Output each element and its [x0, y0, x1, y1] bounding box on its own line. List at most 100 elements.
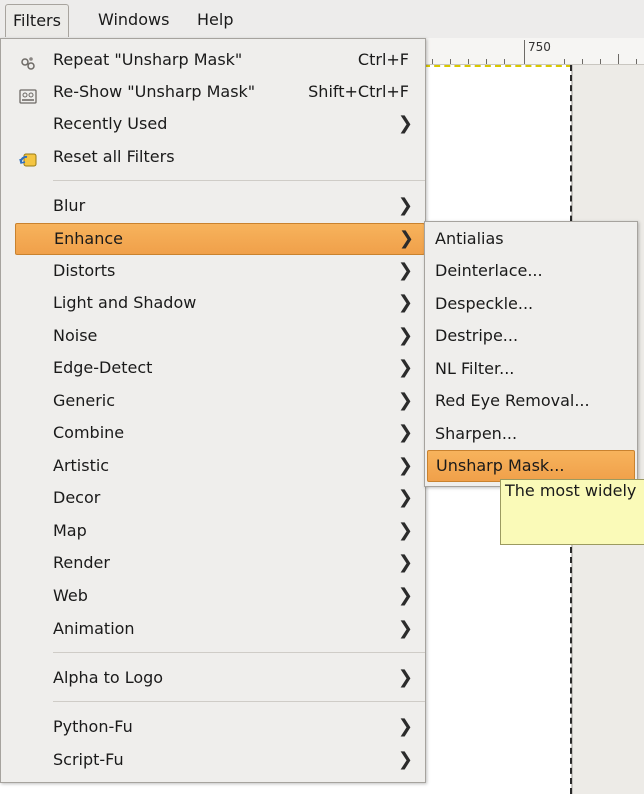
chevron-right-icon: ❯	[397, 390, 413, 411]
menu-item-antialias[interactable]: Antialias	[425, 224, 637, 254]
menu-item-generic[interactable]: Generic ❯	[1, 386, 425, 416]
menu-item-reshow-filter[interactable]: Re-Show "Unsharp Mask" Shift+Ctrl+F	[1, 77, 425, 107]
ruler-tick	[486, 59, 487, 64]
menu-item-label: Recently Used	[53, 114, 168, 133]
ruler-tick	[564, 59, 565, 64]
menu-item-render[interactable]: Render ❯	[1, 548, 425, 578]
menu-item-label: Sharpen...	[435, 424, 518, 443]
menu-item-label: Red Eye Removal...	[435, 391, 590, 410]
menu-separator	[53, 180, 425, 181]
menu-item-label: Repeat "Unsharp Mask"	[53, 50, 243, 69]
menu-item-label: Combine	[53, 423, 125, 442]
menubar: Filters Windows Help	[0, 0, 644, 39]
menu-item-label: Reset all Filters	[53, 147, 175, 166]
reshow-filter-icon	[19, 84, 37, 104]
menu-item-label: Noise	[53, 326, 98, 345]
menu-item-label: Edge-Detect	[53, 358, 153, 377]
menu-help[interactable]: Help	[190, 4, 240, 36]
menu-item-noise[interactable]: Noise ❯	[1, 321, 425, 351]
chevron-right-icon: ❯	[397, 195, 413, 216]
chevron-right-icon: ❯	[397, 113, 413, 134]
ruler-tick	[600, 59, 601, 64]
ruler-tick	[636, 59, 637, 64]
menu-item-label: Blur	[53, 196, 86, 215]
horizontal-ruler: 750	[424, 38, 644, 65]
menu-item-red-eye-removal[interactable]: Red Eye Removal...	[425, 386, 637, 416]
menu-item-repeat-filter[interactable]: Repeat "Unsharp Mask" Ctrl+F	[1, 45, 425, 75]
chevron-right-icon: ❯	[397, 455, 413, 476]
menu-item-map[interactable]: Map ❯	[1, 516, 425, 546]
menu-item-label: Antialias	[435, 229, 504, 248]
menu-item-label: Despeckle...	[435, 294, 534, 313]
menu-item-python-fu[interactable]: Python-Fu ❯	[1, 712, 425, 742]
menu-item-destripe[interactable]: Destripe...	[425, 321, 637, 351]
menu-item-label: Re-Show "Unsharp Mask"	[53, 82, 256, 101]
menu-item-artistic[interactable]: Artistic ❯	[1, 451, 425, 481]
menu-item-reset-filters[interactable]: Reset all Filters	[1, 142, 425, 172]
menu-item-blur[interactable]: Blur ❯	[1, 191, 425, 221]
menu-item-combine[interactable]: Combine ❯	[1, 418, 425, 448]
menu-item-label: Decor	[53, 488, 101, 507]
menu-item-label: Light and Shadow	[53, 293, 197, 312]
menu-item-label: Script-Fu	[53, 750, 124, 769]
menu-item-deinterlace[interactable]: Deinterlace...	[425, 256, 637, 286]
chevron-right-icon: ❯	[397, 325, 413, 346]
reset-filters-icon	[19, 149, 37, 167]
chevron-right-icon: ❯	[397, 618, 413, 639]
menu-item-recently-used[interactable]: Recently Used ❯	[1, 109, 425, 139]
menu-item-enhance[interactable]: Enhance ❯	[15, 223, 425, 255]
chevron-right-icon: ❯	[397, 260, 413, 281]
chevron-right-icon: ❯	[397, 749, 413, 770]
chevron-right-icon: ❯	[397, 520, 413, 541]
menu-item-nl-filter[interactable]: NL Filter...	[425, 354, 637, 384]
menu-item-light-and-shadow[interactable]: Light and Shadow ❯	[1, 288, 425, 318]
menu-item-script-fu[interactable]: Script-Fu ❯	[1, 745, 425, 775]
chevron-right-icon: ❯	[397, 716, 413, 737]
chevron-right-icon: ❯	[397, 357, 413, 378]
menu-item-distorts[interactable]: Distorts ❯	[1, 256, 425, 286]
ruler-tick	[432, 59, 433, 64]
menu-item-web[interactable]: Web ❯	[1, 581, 425, 611]
menu-windows[interactable]: Windows	[91, 4, 176, 36]
menu-item-alpha-to-logo[interactable]: Alpha to Logo ❯	[1, 663, 425, 693]
menu-item-decor[interactable]: Decor ❯	[1, 483, 425, 513]
repeat-filter-icon	[19, 52, 37, 70]
menu-item-label: NL Filter...	[435, 359, 515, 378]
menu-item-shortcut: Ctrl+F	[357, 50, 409, 69]
canvas-boundary-top	[424, 65, 572, 67]
chevron-right-icon: ❯	[397, 292, 413, 313]
chevron-right-icon: ❯	[397, 422, 413, 443]
enhance-submenu: Antialias Deinterlace... Despeckle... De…	[424, 221, 638, 487]
menu-item-label: Artistic	[53, 456, 110, 475]
menu-item-label: Enhance	[54, 229, 123, 248]
menu-item-label: Web	[53, 586, 88, 605]
chevron-right-icon: ❯	[397, 552, 413, 573]
ruler-tick	[450, 59, 451, 64]
menu-item-label: Distorts	[53, 261, 116, 280]
chevron-right-icon: ❯	[397, 487, 413, 508]
menu-item-sharpen[interactable]: Sharpen...	[425, 419, 637, 449]
menu-item-label: Alpha to Logo	[53, 668, 164, 687]
chevron-right-icon: ❯	[397, 667, 413, 688]
tooltip-text: The most widely	[505, 481, 637, 500]
ruler-tick	[504, 59, 505, 64]
menu-item-animation[interactable]: Animation ❯	[1, 614, 425, 644]
menu-item-edge-detect[interactable]: Edge-Detect ❯	[1, 353, 425, 383]
menu-item-despeckle[interactable]: Despeckle...	[425, 289, 637, 319]
chevron-right-icon: ❯	[398, 228, 414, 249]
menu-item-label: Map	[53, 521, 87, 540]
filters-menu: Repeat "Unsharp Mask" Ctrl+F Re-Show "Un…	[0, 38, 426, 783]
ruler-tick	[618, 54, 619, 64]
menu-item-label: Python-Fu	[53, 717, 133, 736]
ruler-tick	[468, 59, 469, 64]
menu-item-label: Render	[53, 553, 110, 572]
menu-item-label: Animation	[53, 619, 135, 638]
menu-item-unsharp-mask[interactable]: Unsharp Mask...	[427, 450, 635, 482]
menu-item-shortcut: Shift+Ctrl+F	[308, 82, 409, 101]
menu-separator	[53, 701, 425, 702]
ruler-tick	[582, 59, 583, 64]
menu-item-label: Destripe...	[435, 326, 519, 345]
menu-item-label: Generic	[53, 391, 116, 410]
tooltip: The most widely	[500, 479, 644, 545]
menu-filters[interactable]: Filters	[5, 4, 69, 37]
